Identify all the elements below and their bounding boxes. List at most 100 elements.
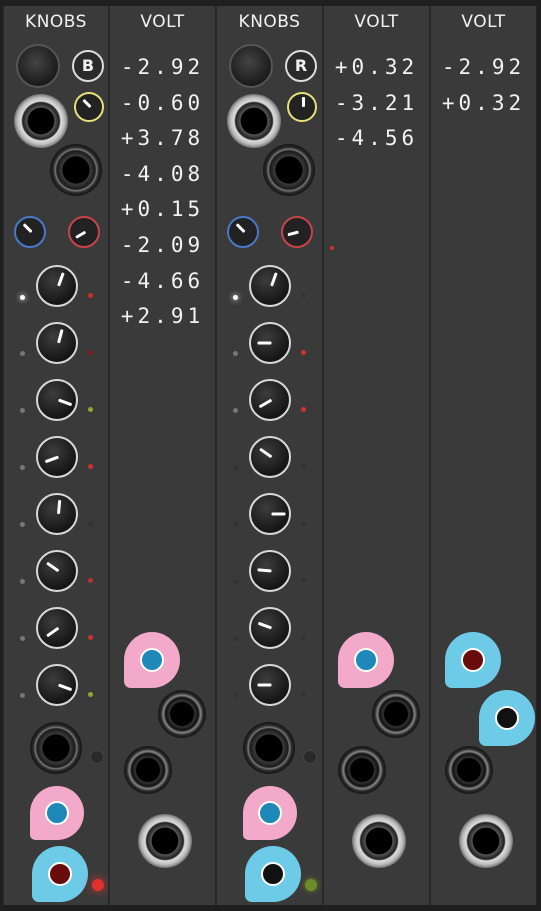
led-icon (20, 295, 25, 300)
offset-knob-blue[interactable] (227, 216, 259, 248)
knob-1[interactable] (249, 265, 291, 307)
jack-icon (48, 862, 72, 886)
led-icon (88, 350, 93, 355)
led-icon (301, 521, 306, 526)
attenuator-knob[interactable] (74, 92, 104, 122)
led-icon (20, 636, 25, 641)
led-icon (233, 295, 238, 300)
voltage-value: -0.60 (120, 90, 205, 115)
led-icon (301, 692, 306, 697)
led-icon (88, 578, 93, 583)
voltage-value: +3.78 (120, 126, 205, 151)
knob-7[interactable] (36, 607, 78, 649)
offset-knob-blue[interactable] (14, 216, 46, 248)
voltage-value: -2.09 (120, 232, 205, 257)
led-icon (301, 407, 306, 412)
knob-4[interactable] (249, 436, 291, 478)
knob-2[interactable] (36, 322, 78, 364)
voltage-value: -3.21 (334, 90, 419, 115)
output-jack[interactable] (459, 814, 513, 868)
input-jack[interactable] (14, 94, 68, 148)
knob-8[interactable] (36, 664, 78, 706)
mode-button-label[interactable]: B (72, 50, 104, 82)
mode-button-label[interactable]: R (285, 50, 317, 82)
led-icon (20, 408, 25, 413)
input-jack[interactable] (445, 746, 493, 794)
led-icon (301, 578, 306, 583)
knob-3[interactable] (36, 379, 78, 421)
module-title: VOLT (354, 12, 399, 32)
led-icon (233, 693, 238, 698)
knob-1[interactable] (36, 265, 78, 307)
push-button[interactable] (229, 44, 273, 88)
led-icon (301, 293, 306, 298)
knob-4[interactable] (36, 436, 78, 478)
output-jack[interactable] (263, 144, 315, 196)
voltage-value: +0.15 (120, 197, 205, 222)
module-title: KNOBS (238, 12, 301, 32)
trigger-jack[interactable] (30, 722, 82, 774)
output-jack[interactable] (138, 814, 192, 868)
voltage-value: -2.92 (120, 55, 205, 79)
knob-5[interactable] (249, 493, 291, 535)
voltage-readout: -2.92 +0.32 (431, 50, 536, 121)
voltage-value: -4.08 (120, 161, 205, 186)
led-icon (305, 879, 317, 891)
offset-knob-red[interactable] (68, 216, 100, 248)
voltage-value: -2.92 (441, 55, 526, 79)
led-icon (20, 465, 25, 470)
volt-module-1: VOLT -2.92 -0.60 +3.78 -4.08 +0.15 -2.09… (109, 6, 216, 905)
led-icon (233, 465, 238, 470)
led-icon (233, 636, 238, 641)
led-icon (233, 579, 238, 584)
jack-icon (461, 648, 485, 672)
input-jack[interactable] (158, 690, 206, 738)
led-icon (20, 351, 25, 356)
knob-2[interactable] (249, 322, 291, 364)
led-icon (301, 635, 306, 640)
trigger-jack[interactable] (243, 722, 295, 774)
input-jack[interactable] (227, 94, 281, 148)
knob-3[interactable] (249, 379, 291, 421)
led-icon (90, 750, 104, 764)
knob-6[interactable] (36, 550, 78, 592)
voltage-value: +2.91 (120, 304, 205, 329)
led-icon (88, 293, 93, 298)
voltage-readout: -2.92 -0.60 +3.78 -4.08 +0.15 -2.09 -4.6… (110, 50, 215, 335)
module-title: KNOBS (25, 12, 87, 32)
knobs-module-1: KNOBS B (3, 6, 109, 905)
led-icon (330, 246, 334, 250)
jack-icon (45, 801, 69, 825)
led-icon (88, 635, 93, 640)
led-icon (92, 879, 104, 891)
led-icon (303, 750, 317, 764)
voltage-value: -4.56 (334, 126, 419, 151)
led-icon (88, 521, 93, 526)
attenuator-knob[interactable] (287, 92, 317, 122)
voltage-value: -4.66 (120, 268, 205, 293)
led-icon (88, 692, 93, 697)
knob-6[interactable] (249, 550, 291, 592)
voltage-value: +0.32 (441, 90, 526, 115)
offset-knob-red[interactable] (281, 216, 313, 248)
led-icon (233, 408, 238, 413)
knob-8[interactable] (249, 664, 291, 706)
led-icon (233, 351, 238, 356)
voltage-value: +0.32 (334, 55, 419, 79)
jack-icon (258, 801, 282, 825)
knob-7[interactable] (249, 607, 291, 649)
input-jack[interactable] (372, 690, 420, 738)
voltage-readout: +0.32 -3.21 -4.56 (324, 50, 429, 157)
module-title: VOLT (140, 12, 185, 32)
push-button[interactable] (16, 44, 60, 88)
knobs-module-2: KNOBS R (216, 6, 323, 905)
input-jack[interactable] (124, 746, 172, 794)
knob-5[interactable] (36, 493, 78, 535)
led-icon (301, 464, 306, 469)
module-title: VOLT (461, 12, 506, 32)
input-jack[interactable] (338, 746, 386, 794)
output-jack[interactable] (352, 814, 406, 868)
led-icon (301, 350, 306, 355)
led-icon (88, 407, 93, 412)
output-jack[interactable] (50, 144, 102, 196)
